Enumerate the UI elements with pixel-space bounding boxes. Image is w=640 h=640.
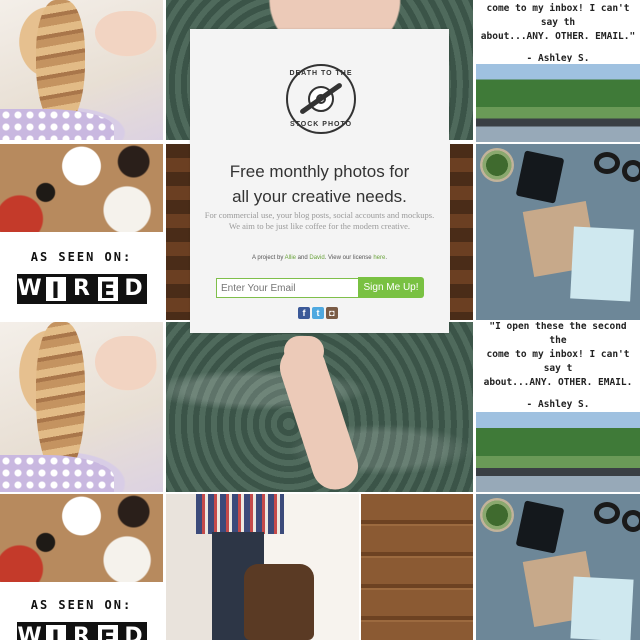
quote-line: about...ANY. OTHER. EMAIL.: [483, 377, 633, 388]
quote-line: about...ANY. OTHER. EMAIL.": [480, 31, 636, 42]
photo-wood-right-edge: [450, 144, 473, 320]
signup-card: DEATH TO THE STOCK PHOTO Free monthly ph…: [190, 29, 449, 333]
twitter-icon[interactable]: t: [312, 307, 324, 319]
license-link[interactable]: here: [373, 255, 385, 261]
photo-breakfast-table-2: [0, 494, 163, 582]
social-icons: f t ◘: [298, 307, 338, 319]
instagram-icon[interactable]: ◘: [326, 307, 338, 319]
logo-text-top: DEATH TO THE: [289, 70, 353, 77]
facebook-icon[interactable]: f: [298, 307, 310, 319]
press-tile-bottom: AS SEEN ON: WIRED: [0, 582, 163, 640]
wired-logo: WIRED: [16, 274, 147, 304]
photo-city-park: [476, 64, 640, 142]
quote-author: - Ashley S.: [526, 399, 590, 410]
photo-braid-hair-2: [0, 322, 163, 492]
photo-breakfast-table: [0, 144, 163, 232]
quote-line: come to my inbox! I can't say t: [486, 349, 630, 374]
wired-logo-2: WIRED: [16, 622, 147, 640]
photo-wood-left-edge: [166, 144, 190, 320]
press-tile-top: AS SEEN ON: WIRED: [0, 232, 163, 322]
quote-author: - Ashley S.: [526, 53, 590, 62]
photo-desk-flatlay-2: [476, 494, 640, 640]
photo-braid-hair: [0, 0, 163, 140]
project-credit: A project by Allie and David. View our l…: [251, 255, 387, 261]
author-link-allie[interactable]: Allie: [285, 255, 296, 261]
quote-line: come to my inbox! I can't say th: [486, 3, 630, 28]
photo-wooden-stairs: [361, 494, 473, 640]
sign-up-button[interactable]: Sign Me Up!: [358, 277, 424, 298]
photo-traveler-bag: [166, 494, 359, 640]
testimonial-mid: "I open these the second the come to my …: [476, 322, 640, 410]
description: For commercial use, your blog posts, soc…: [204, 210, 435, 231]
headline: Free monthly photos for all your creativ…: [229, 162, 410, 206]
testimonial-top: come to my inbox! I can't say th about..…: [476, 0, 640, 62]
quote-line: "I open these the second the: [489, 322, 627, 346]
photo-feet-water: [166, 322, 473, 492]
as-seen-on-label: AS SEEN ON:: [30, 250, 133, 264]
as-seen-on-label-2: AS SEEN ON:: [30, 598, 133, 612]
photo-city-park-2: [476, 412, 640, 492]
author-link-david[interactable]: David: [309, 255, 324, 261]
email-input[interactable]: [216, 278, 360, 298]
logo-icon: DEATH TO THE STOCK PHOTO: [286, 64, 356, 134]
photo-desk-flatlay: [476, 144, 640, 320]
logo-text-bottom: STOCK PHOTO: [289, 121, 353, 128]
